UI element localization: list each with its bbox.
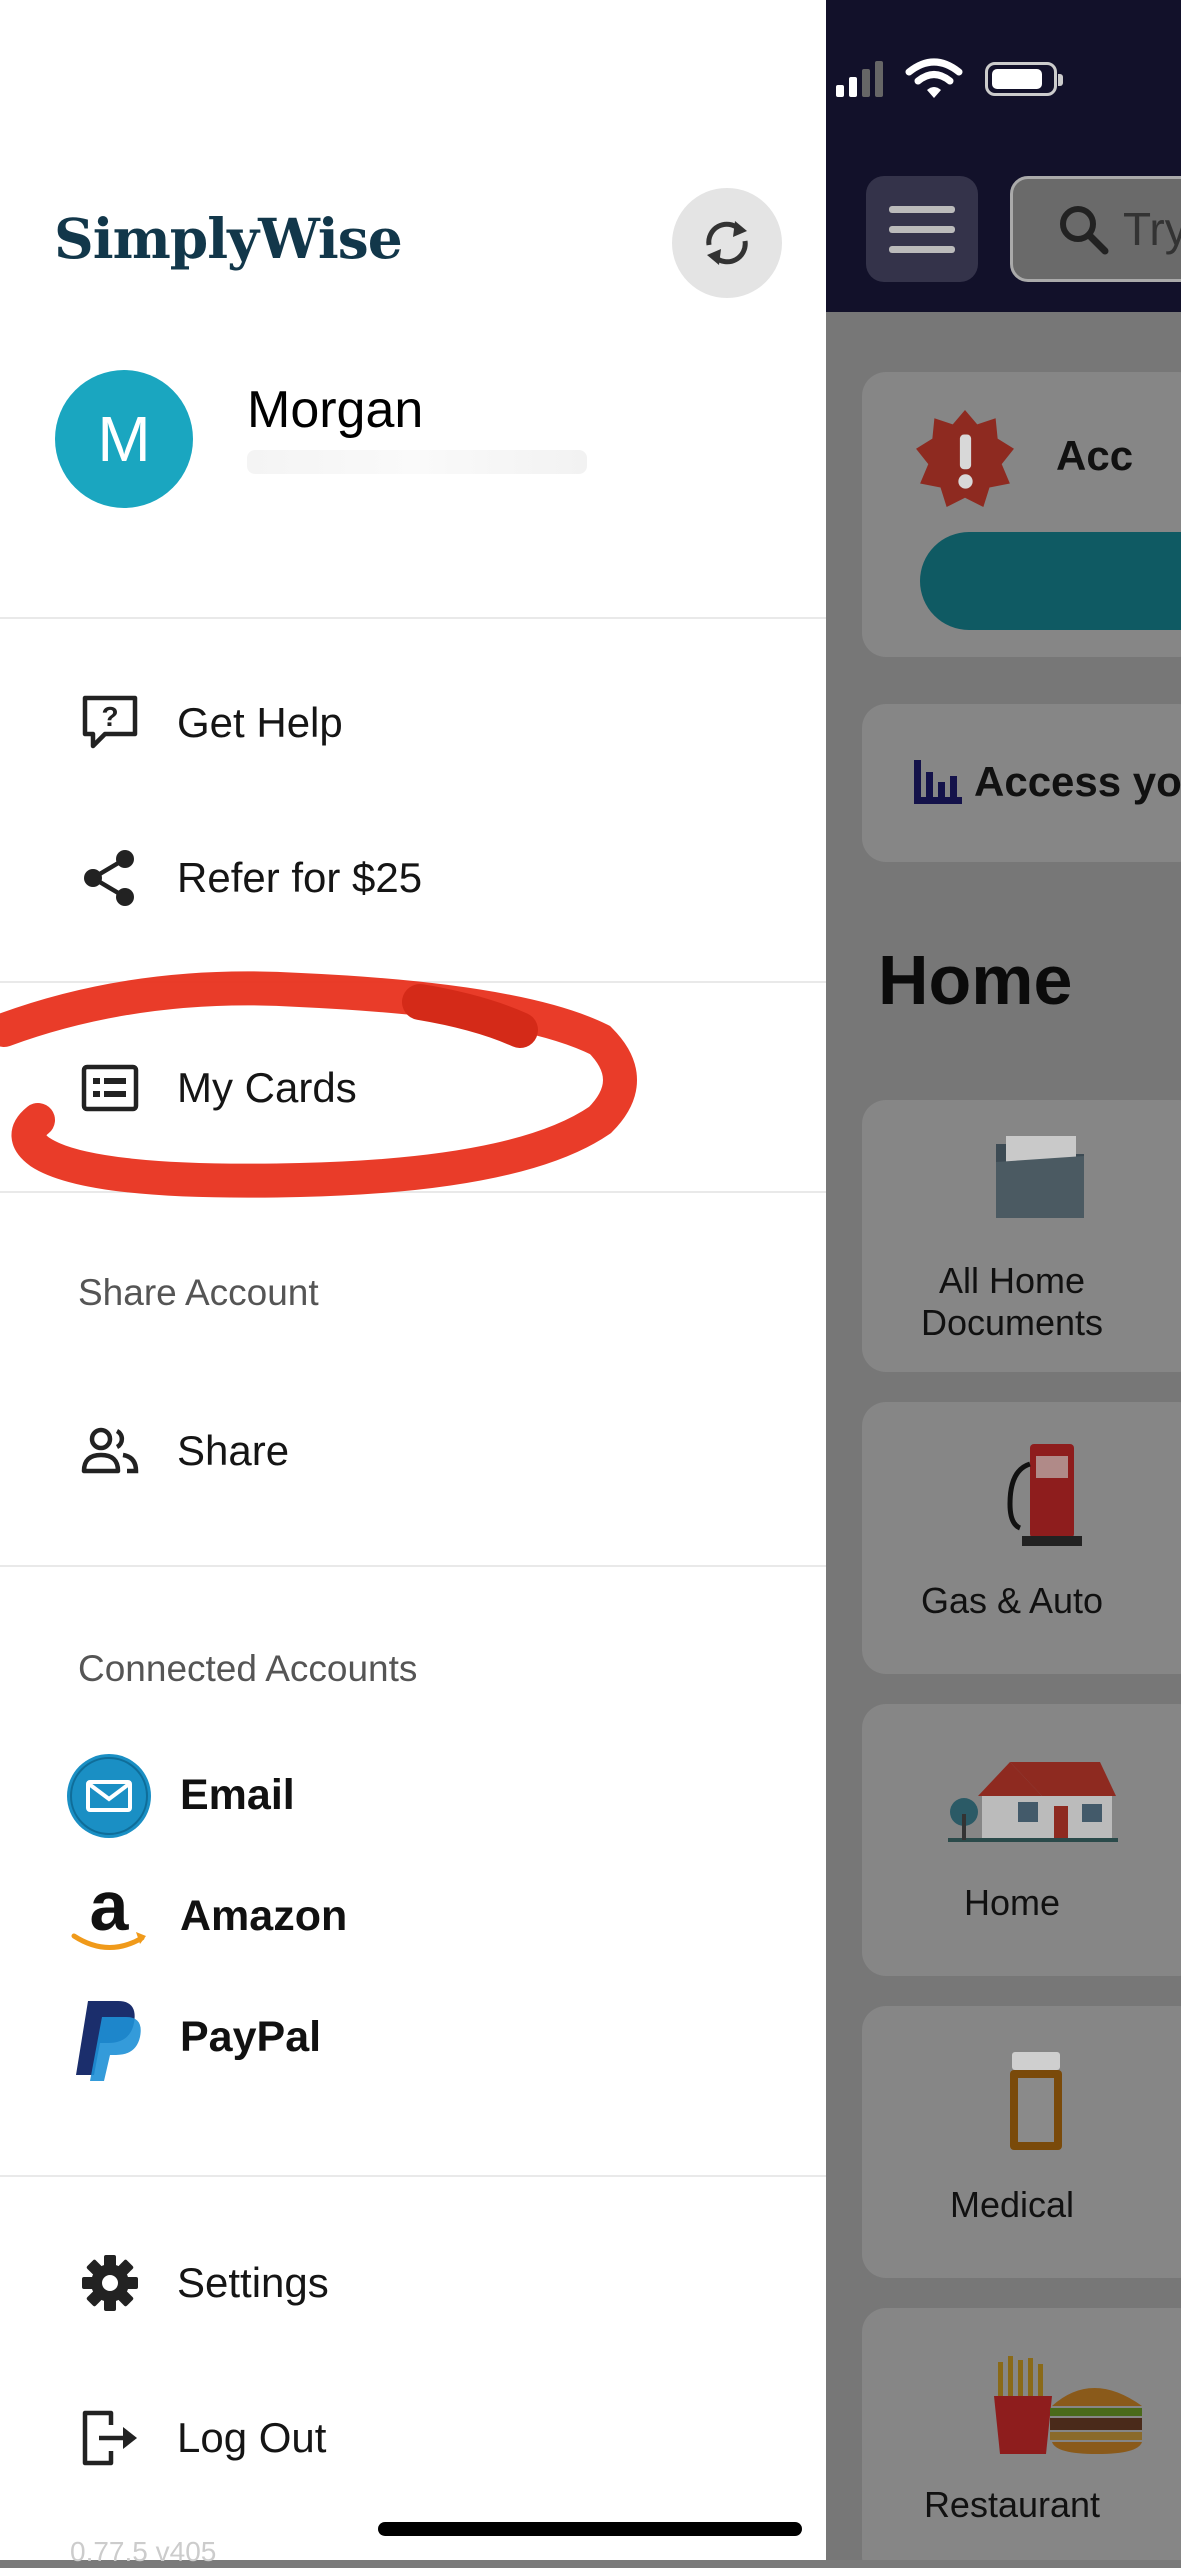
share-icon <box>78 846 142 910</box>
menu-item-log-out[interactable]: Log Out <box>0 2383 826 2493</box>
divider <box>0 981 826 983</box>
section-title-connected-accounts: Connected Accounts <box>78 1648 418 1689</box>
connected-account-paypal[interactable]: PayPal <box>0 1995 826 2091</box>
email-icon <box>66 1753 152 1839</box>
card-icon <box>78 1056 142 1120</box>
category-card-home[interactable]: Home <box>862 1704 1181 1976</box>
connected-account-amazon[interactable]: a Amazon <box>0 1874 826 1970</box>
svg-text:?: ? <box>101 701 118 732</box>
category-label: Gas & Auto <box>920 1580 1104 1621</box>
menu-item-share[interactable]: Share <box>0 1396 826 1506</box>
status-bar <box>836 58 1063 100</box>
sync-button[interactable] <box>672 188 782 298</box>
alert-action-button[interactable] <box>920 532 1181 630</box>
menu-item-label: Log Out <box>177 2414 327 2461</box>
category-label: All Home Documents <box>920 1260 1104 1343</box>
account-label: Email <box>180 1771 295 1819</box>
divider <box>0 2175 826 2177</box>
background-header: Try <box>826 0 1181 312</box>
section-title-share-account: Share Account <box>78 1272 319 1313</box>
folder-icon <box>996 1136 1084 1218</box>
pill-bottle-icon <box>1010 2052 1062 2150</box>
brand-logo: SimplyWise <box>54 206 403 271</box>
search-placeholder: Try <box>1123 203 1181 255</box>
alert-badge-icon <box>916 410 1014 507</box>
category-label: Medical <box>949 2184 1075 2225</box>
menu-item-refer[interactable]: Refer for $25 <box>0 823 826 933</box>
navigation-drawer: SimplyWise M Morgan ? Get Help Refer for… <box>0 0 826 2567</box>
menu-item-label: Settings <box>177 2259 329 2306</box>
menu-item-label: Refer for $25 <box>177 854 423 901</box>
account-label: PayPal <box>180 2013 322 2061</box>
background-app: Try Acc Access yo Home All Home Document… <box>826 0 1181 2560</box>
search-icon <box>1060 206 1109 255</box>
account-alert-card[interactable]: Acc <box>862 372 1181 657</box>
account-label: Amazon <box>180 1892 348 1940</box>
home-indicator <box>378 2522 802 2536</box>
category-label: Home <box>963 1882 1061 1923</box>
divider <box>0 1191 826 1193</box>
category-label: Restaurant <box>923 2484 1101 2525</box>
wifi-icon <box>905 58 963 98</box>
logout-icon <box>78 2406 142 2470</box>
gas-pump-icon <box>1007 1444 1082 1546</box>
food-icon <box>994 2356 1142 2454</box>
menu-item-label: My Cards <box>177 1064 357 1111</box>
bar-chart-icon <box>914 760 962 804</box>
amazon-icon: a <box>66 1874 152 1960</box>
sync-icon <box>706 221 748 265</box>
user-email-redacted <box>247 450 587 474</box>
people-icon <box>78 1419 142 1483</box>
category-card-all-home-documents[interactable]: All Home Documents <box>862 1100 1181 1372</box>
access-banner[interactable]: Access yo <box>862 704 1181 862</box>
search-input[interactable]: Try <box>1010 176 1181 282</box>
menu-item-label: Get Help <box>177 699 343 746</box>
svg-text:a: a <box>90 1874 130 1945</box>
app-version: 0.77.5 v405 <box>70 2536 217 2567</box>
user-name: Morgan <box>247 381 424 439</box>
alert-title: Acc <box>1056 432 1134 479</box>
hamburger-menu-button[interactable] <box>866 176 978 282</box>
menu-item-get-help[interactable]: ? Get Help <box>0 668 826 778</box>
home-title: Home <box>878 941 1073 1019</box>
menu-item-settings[interactable]: Settings <box>0 2228 826 2338</box>
menu-item-label: Share <box>177 1427 290 1474</box>
gear-icon <box>78 2251 142 2315</box>
banner-text: Access yo <box>974 758 1181 805</box>
avatar[interactable]: M <box>55 370 193 508</box>
menu-item-my-cards[interactable]: My Cards <box>0 1033 826 1143</box>
paypal-icon <box>66 1995 152 2081</box>
category-card-restaurant[interactable]: Restaurant <box>862 2308 1181 2560</box>
connected-account-email[interactable]: Email <box>0 1753 826 1849</box>
help-chat-icon: ? <box>78 691 142 755</box>
battery-icon <box>985 62 1063 96</box>
category-card-gas-auto[interactable]: Gas & Auto <box>862 1402 1181 1674</box>
category-card-medical[interactable]: Medical <box>862 2006 1181 2278</box>
divider <box>0 1565 826 1567</box>
divider <box>0 617 826 619</box>
house-icon <box>948 1762 1118 1842</box>
signal-icon <box>836 61 883 97</box>
